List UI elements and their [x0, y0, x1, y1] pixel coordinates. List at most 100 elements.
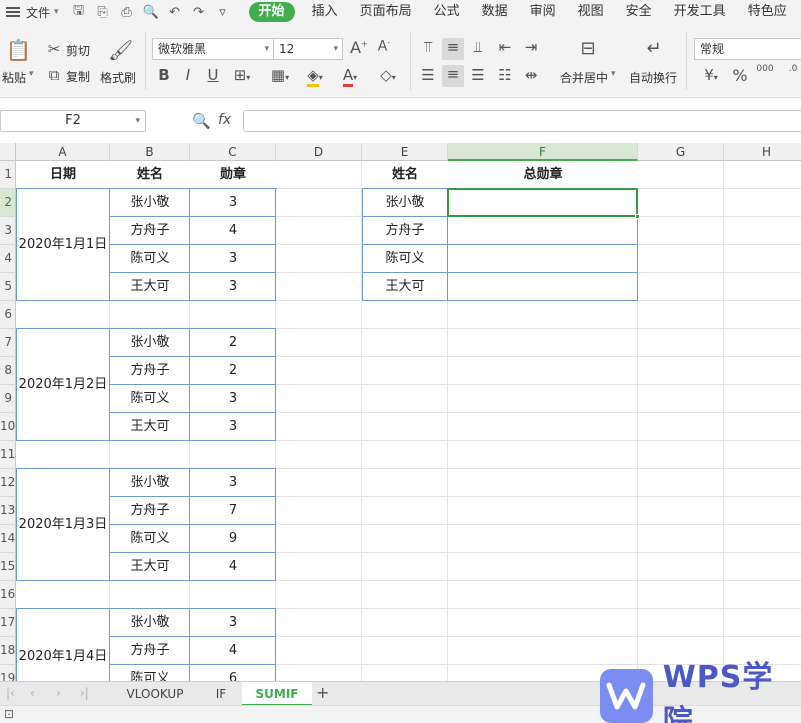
name-cell[interactable]: 王大可	[110, 273, 190, 301]
column-header-h[interactable]: H	[724, 143, 801, 161]
active-cell-f2[interactable]	[447, 188, 640, 219]
medal-count-cell[interactable]: 2	[190, 357, 276, 385]
column-header-d[interactable]: D	[276, 143, 362, 161]
name-cell[interactable]: 张小敬	[362, 189, 448, 217]
zoom-search-icon[interactable]: 🔍	[192, 112, 211, 130]
row-header-1[interactable]: 1	[0, 161, 16, 189]
italic-icon[interactable]: I	[180, 66, 196, 84]
number-format-select[interactable]: 常规	[694, 38, 801, 60]
name-cell[interactable]: 方舟子	[110, 637, 190, 665]
sheet-tab-vlookup[interactable]: VLOOKUP	[110, 682, 200, 706]
save-icon[interactable]: 🖫	[71, 1, 87, 23]
medal-count-cell[interactable]: 3	[190, 609, 276, 637]
preview-icon[interactable]: 🔍	[143, 5, 159, 20]
date-cell[interactable]: 2020年1月4日	[16, 609, 110, 681]
decimal-increase-icon[interactable]: .0	[784, 64, 801, 74]
medal-count-cell[interactable]: 3	[190, 413, 276, 441]
prev-sheet-icon[interactable]: ‹	[30, 686, 35, 700]
table-header-cell[interactable]: 姓名	[362, 161, 448, 189]
undo-icon[interactable]: ↶	[167, 5, 183, 20]
file-menu[interactable]: 文件 ▾	[0, 0, 59, 24]
font-size-select[interactable]: 12 ▾	[273, 38, 343, 60]
currency-icon[interactable]: ¥▾	[698, 66, 724, 84]
name-cell[interactable]: 王大可	[110, 413, 190, 441]
paste-icon[interactable]: 📋	[6, 38, 31, 62]
table-header-cell[interactable]: 勋章	[190, 161, 276, 189]
name-cell[interactable]: 陈可义	[110, 665, 190, 681]
percent-icon[interactable]: %	[731, 66, 749, 85]
row-header-12[interactable]: 12	[0, 469, 16, 497]
row-header-3[interactable]: 3	[0, 217, 16, 245]
copy-button[interactable]: 复制	[66, 68, 90, 85]
total-medal-cell[interactable]	[448, 245, 638, 273]
name-box[interactable]: F2 ▾	[0, 110, 146, 132]
font-name-select[interactable]: 微软雅黑 ▾	[152, 38, 274, 60]
name-cell[interactable]: 王大可	[110, 553, 190, 581]
row-header-15[interactable]: 15	[0, 553, 16, 581]
align-center-icon[interactable]: ≡	[442, 65, 464, 87]
distribute-icon[interactable]: ⇹	[520, 66, 542, 84]
merge-center-button[interactable]: 合并居中	[560, 69, 608, 86]
column-header-c[interactable]: C	[190, 143, 276, 161]
row-header-10[interactable]: 10	[0, 413, 16, 441]
row-header-6[interactable]: 6	[0, 301, 16, 329]
row-header-18[interactable]: 18	[0, 637, 16, 665]
row-header-14[interactable]: 14	[0, 525, 16, 553]
formula-input[interactable]	[243, 110, 801, 132]
name-cell[interactable]: 张小敬	[110, 329, 190, 357]
redo-icon[interactable]: ↷	[191, 5, 207, 20]
name-cell[interactable]: 方舟子	[110, 357, 190, 385]
add-sheet-icon[interactable]: +	[316, 682, 329, 704]
row-header-2[interactable]: 2	[0, 189, 16, 217]
align-left-icon[interactable]: ☰	[418, 66, 438, 84]
tab-security[interactable]: 安全	[615, 0, 663, 24]
medal-count-cell[interactable]: 2	[190, 329, 276, 357]
export-icon[interactable]: ⎘	[95, 5, 111, 20]
format-painter-button[interactable]: 格式刷	[100, 69, 136, 86]
name-cell[interactable]: 陈可义	[110, 525, 190, 553]
medal-count-cell[interactable]: 3	[190, 189, 276, 217]
tab-data[interactable]: 数据	[471, 0, 519, 24]
row-header-9[interactable]: 9	[0, 385, 16, 413]
row-header-13[interactable]: 13	[0, 497, 16, 525]
name-cell[interactable]: 方舟子	[110, 497, 190, 525]
tab-features[interactable]: 特色应	[737, 0, 798, 24]
last-sheet-icon[interactable]: ›|	[80, 686, 89, 700]
total-medal-cell[interactable]	[448, 217, 638, 245]
fill-color-icon[interactable]: ◈▾	[303, 66, 327, 87]
tab-home[interactable]: 开始	[248, 2, 295, 22]
row-header-5[interactable]: 5	[0, 273, 16, 301]
table-header-cell[interactable]: 总勋章	[448, 161, 638, 189]
medal-count-cell[interactable]: 3	[190, 273, 276, 301]
increase-font-icon[interactable]: A+	[350, 38, 368, 57]
medal-count-cell[interactable]: 3	[190, 469, 276, 497]
border-icon[interactable]: ⊞▾	[232, 66, 252, 84]
name-cell[interactable]: 王大可	[362, 273, 448, 301]
cut-button[interactable]: 剪切	[66, 42, 90, 59]
align-right-icon[interactable]: ☰	[468, 66, 488, 84]
medal-count-cell[interactable]: 4	[190, 553, 276, 581]
paste-dropdown-icon[interactable]: ▾	[29, 69, 34, 79]
name-cell[interactable]: 张小敬	[110, 609, 190, 637]
next-sheet-icon[interactable]: ›	[56, 686, 61, 700]
sheet-tab-sumif[interactable]: SUMIF	[242, 682, 312, 706]
align-top-icon[interactable]: ⫪	[418, 38, 438, 56]
align-middle-icon[interactable]: ≡	[442, 38, 464, 60]
row-header-19[interactable]: 19	[0, 665, 16, 681]
row-header-17[interactable]: 17	[0, 609, 16, 637]
print-icon[interactable]: ⎙	[119, 5, 135, 20]
underline-icon[interactable]: U	[205, 66, 221, 84]
date-cell[interactable]: 2020年1月2日	[16, 329, 110, 441]
medal-count-cell[interactable]: 7	[190, 497, 276, 525]
customize-icon[interactable]: ▿	[215, 5, 231, 20]
tab-insert[interactable]: 插入	[301, 0, 349, 24]
tab-page-layout[interactable]: 页面布局	[349, 0, 423, 24]
name-cell[interactable]: 方舟子	[110, 217, 190, 245]
medal-count-cell[interactable]: 3	[190, 245, 276, 273]
column-header-f[interactable]: F	[448, 143, 638, 161]
justify-icon[interactable]: ☷	[494, 66, 516, 84]
column-header-e[interactable]: E	[362, 143, 448, 161]
fx-icon[interactable]: fx	[218, 112, 231, 128]
indent-decrease-icon[interactable]: ⇤	[494, 38, 516, 56]
medal-count-cell[interactable]: 9	[190, 525, 276, 553]
